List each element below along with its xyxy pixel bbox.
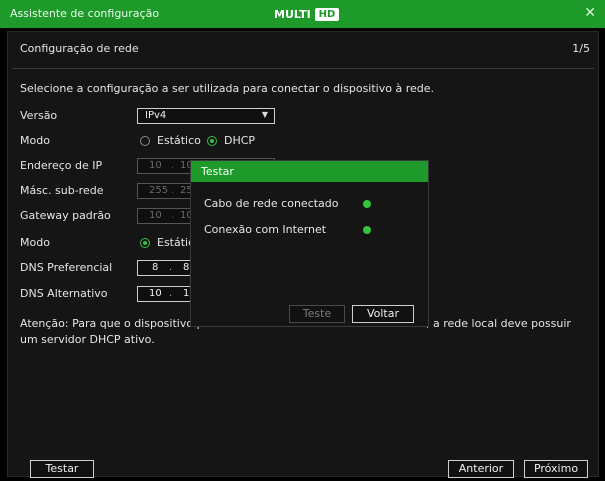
logo-text: MULTI — [274, 7, 311, 21]
page-title: Configuração de rede — [20, 42, 139, 55]
test-button[interactable]: Testar — [30, 460, 94, 478]
dns-pref-octet: 8 — [183, 262, 190, 273]
mask-octet: 255 — [149, 185, 169, 196]
next-button[interactable]: Próximo — [524, 460, 588, 478]
internet-status-label: Conexão com Internet — [204, 223, 327, 236]
radio-static[interactable] — [140, 136, 150, 146]
dialog-test-button[interactable]: Teste — [289, 305, 345, 323]
radio-dhcp-label: DHCP — [224, 134, 256, 147]
ip-octet: 10 — [149, 160, 162, 171]
dns-alt-octet: 1 — [183, 288, 190, 299]
ip-label: Endereço de IP — [20, 159, 103, 172]
note-line1-left: Atenção: Para que o dispositivo po — [20, 317, 211, 330]
gateway-dot: . — [171, 210, 175, 221]
status-ok-icon — [363, 226, 371, 234]
radio-static-label: Estático — [157, 134, 201, 147]
note-line2: um servidor DHCP ativo. — [20, 333, 155, 346]
divider — [12, 68, 594, 69]
dns-mode-label: Modo — [20, 236, 50, 249]
version-label: Versão — [20, 109, 58, 122]
mask-dot: . — [171, 185, 175, 196]
title-bar: Assistente de configuração MULTI HD ✕ — [0, 0, 605, 28]
dialog-title: Testar — [201, 165, 234, 178]
logo-badge: HD — [314, 7, 340, 21]
radio-dns-static[interactable] — [140, 238, 150, 248]
gateway-octet: 10 — [149, 210, 162, 221]
intro-text: Selecione a configuração a ser utilizada… — [20, 82, 434, 95]
ip-dot: . — [171, 160, 175, 171]
dns-alt-octet: 10 — [149, 288, 162, 299]
dialog-header: Testar — [191, 161, 428, 182]
mask-label: Másc. sub-rede — [20, 184, 104, 197]
status-ok-icon — [363, 200, 371, 208]
dns-pref-label: DNS Preferencial — [20, 261, 113, 274]
window-title: Assistente de configuração — [10, 7, 160, 20]
radio-dhcp[interactable] — [207, 136, 217, 146]
radio-dns-static-label: Estátic — [157, 236, 195, 249]
version-value: IPv4 — [145, 110, 167, 121]
step-indicator: 1/5 — [572, 42, 590, 55]
gateway-label: Gateway padrão — [20, 209, 111, 222]
cable-status-label: Cabo de rede conectado — [204, 197, 339, 210]
version-select[interactable]: IPv4 ▼ — [137, 108, 275, 124]
dns-pref-octet: 8 — [152, 262, 159, 273]
dns-alt-dot: . — [169, 288, 173, 299]
previous-button[interactable]: Anterior — [448, 460, 514, 478]
test-dialog: Testar Cabo de rede conectado Conexão co… — [190, 160, 429, 327]
brand-logo: MULTI HD — [274, 7, 340, 21]
dialog-back-button[interactable]: Voltar — [352, 305, 414, 323]
dns-alt-label: DNS Alternativo — [20, 287, 108, 300]
note-line1-right: , a rede local deve possuir — [426, 317, 571, 330]
chevron-down-icon: ▼ — [261, 110, 268, 119]
mode-label: Modo — [20, 134, 50, 147]
dns-pref-dot: . — [169, 262, 173, 273]
close-icon[interactable]: ✕ — [584, 5, 596, 21]
